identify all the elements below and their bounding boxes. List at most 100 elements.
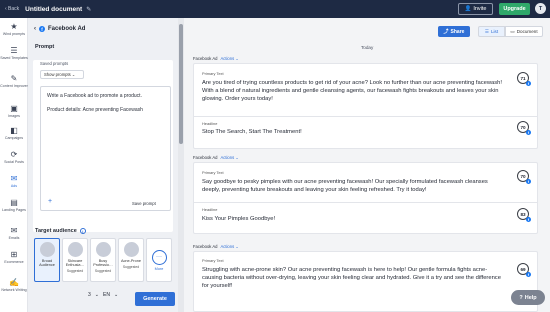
score-value: 70 (520, 173, 526, 179)
save-prompt-button[interactable]: Save prompt (132, 201, 156, 206)
generate-button[interactable]: Generate (135, 292, 175, 306)
sidebar-item-wind-prompts[interactable]: ★ Wind prompts (0, 22, 28, 36)
prompt-textarea[interactable] (40, 86, 171, 211)
result-card (193, 63, 538, 149)
help-icon: ? (519, 294, 523, 301)
primary-text[interactable]: Say goodbye to pesky pimples with our ac… (202, 178, 502, 194)
social-icon: ⟳ (10, 150, 18, 159)
facebook-icon: f (526, 272, 531, 277)
sidebar-item-label: Saved Templates (0, 56, 28, 60)
writing-icon: ✍ (9, 278, 19, 287)
sidebar-item-label: Network Writing (1, 288, 27, 292)
sidebar: ★ Wind prompts ☰ Saved Templates ✎ Content … (0, 18, 28, 312)
score-value: 83 (520, 211, 526, 217)
primary-text[interactable]: Are you tired of trying countless produc… (202, 79, 502, 103)
document-view-toggle[interactable]: ▭ Document (505, 26, 543, 37)
score-badge[interactable]: 70 f (517, 170, 531, 184)
more-label: More (154, 266, 164, 271)
score-value: 71 (520, 75, 526, 81)
audience-card-skincare[interactable]: Skincare Enthusia… Suggested (62, 238, 88, 282)
audience-avatar (95, 242, 111, 257)
sidebar-item-saved-templates[interactable]: ☰ Saved Templates (0, 46, 28, 60)
primary-text[interactable]: Struggling with acne-prone skin? Our acn… (202, 266, 502, 290)
score-badge[interactable]: 69 f (517, 263, 531, 277)
sidebar-item-label: Content Improver (0, 84, 28, 88)
document-icon: ▭ (510, 28, 515, 34)
facebook-icon: f (526, 81, 531, 86)
avatar[interactable]: T (535, 3, 546, 14)
facebook-icon: f (526, 179, 531, 184)
score-badge[interactable]: 71 f (517, 72, 531, 86)
audience-card-busy-professionals[interactable]: Busy Professio… Suggested (90, 238, 116, 282)
share-button[interactable]: ⤴ Share (438, 26, 470, 37)
cart-icon: ⊞ (10, 250, 18, 259)
share-icon: ⤴ (443, 29, 449, 35)
sidebar-item-images[interactable]: ▣ Images (0, 104, 28, 118)
actions-menu[interactable]: Actions ⌄ (220, 155, 238, 160)
back-link[interactable]: ‹ Back (5, 6, 19, 12)
chevron-down-icon[interactable]: ⌄ (114, 292, 118, 298)
sidebar-item-campaigns[interactable]: ◧ Campaigns (0, 126, 28, 140)
prompt-text-line: Product details: Acne preventing Facewas… (47, 107, 143, 113)
email-icon: ✉ (10, 226, 18, 235)
edit-title-icon[interactable]: ✎ (86, 6, 91, 13)
chevron-down-icon[interactable]: ⌄ (95, 292, 99, 298)
sidebar-item-label: Social Posts (4, 160, 24, 164)
audience-name: Skincare Enthusia… (65, 259, 85, 267)
facebook-icon: f (526, 217, 531, 222)
audience-more-button[interactable]: ··· More (146, 238, 172, 282)
prompt-text-line: Write a Facebook ad to promote a product… (47, 93, 142, 99)
sidebar-item-ads[interactable]: ✉ Ads (0, 174, 28, 188)
saved-prompts-label: Saved prompts (40, 61, 69, 66)
person-icon: 👤 (464, 6, 472, 12)
audience-avatar (123, 242, 139, 257)
sidebar-item-ecommerce[interactable]: ⊞ Ecommerce (0, 250, 28, 264)
audience-card-acne-prone[interactable]: Acne-Prone Suggested (118, 238, 144, 282)
share-label: Share (450, 28, 465, 35)
actions-menu[interactable]: Actions ⌄ (220, 244, 238, 249)
info-icon[interactable]: i (79, 228, 86, 234)
list-label: List (490, 29, 499, 34)
actions-menu[interactable]: Actions ⌄ (220, 56, 238, 61)
output-count-select[interactable]: 3 (88, 292, 91, 298)
language-select[interactable]: EN (103, 292, 110, 298)
target-audience-label: Target audience i (35, 228, 86, 234)
left-scrollbar-thumb[interactable] (179, 24, 183, 144)
audience-name: Busy Professio… (93, 259, 113, 267)
result-type: Facebook Ad (193, 56, 218, 61)
headline-text[interactable]: Kiss Your Pimples Goodbye! (202, 215, 502, 223)
target-audience-text: Target audience (35, 228, 77, 234)
upgrade-button[interactable]: Upgrade (499, 3, 530, 15)
sidebar-item-label: Wind prompts (2, 32, 26, 36)
facebook-icon: f (526, 130, 531, 135)
primary-text-label: Primary Text (202, 71, 224, 76)
sidebar-item-content-improver[interactable]: ✎ Content Improver (0, 74, 28, 88)
plus-icon[interactable]: + (48, 198, 52, 205)
score-badge[interactable]: 70 f (517, 121, 531, 135)
headline-text[interactable]: Stop The Search, Start The Treatment! (202, 128, 502, 136)
templates-icon: ☰ (10, 46, 18, 55)
audience-name: Broad Audience (39, 259, 55, 267)
date-divider: Today (361, 45, 374, 50)
sidebar-item-label: Ads (10, 184, 18, 188)
suggested-badge: Suggested (94, 269, 112, 273)
prompt-label: Prompt (35, 44, 55, 50)
chevron-left-icon[interactable]: ‹ (34, 26, 36, 32)
help-button[interactable]: ? Help (511, 290, 545, 305)
sidebar-item-social-posts[interactable]: ⟳ Social Posts (0, 150, 28, 164)
list-view-toggle[interactable]: ☰ List (478, 26, 505, 37)
sidebar-item-network-writing[interactable]: ✍ Network Writing (0, 278, 28, 292)
show-prompts-dropdown[interactable]: Show prompts ⌄ (40, 70, 84, 79)
help-label: Help (524, 294, 537, 301)
audience-card-broad[interactable]: Broad Audience (34, 238, 60, 282)
sidebar-item-emails[interactable]: ✉ Emails (0, 226, 28, 240)
more-icon: ··· (151, 249, 167, 265)
result-type: Facebook Ad (193, 244, 218, 249)
tool-title: Facebook Ad (48, 26, 86, 32)
audience-avatar (39, 242, 55, 257)
score-badge[interactable]: 83 f (517, 208, 531, 222)
sidebar-item-landing-pages[interactable]: ▤ Landing Pages (0, 198, 28, 212)
document-title[interactable]: Untitled document (25, 6, 82, 13)
invite-button[interactable]: 👤 Invite (458, 3, 493, 15)
result-header: Facebook Ad Actions ⌄ (193, 56, 239, 61)
